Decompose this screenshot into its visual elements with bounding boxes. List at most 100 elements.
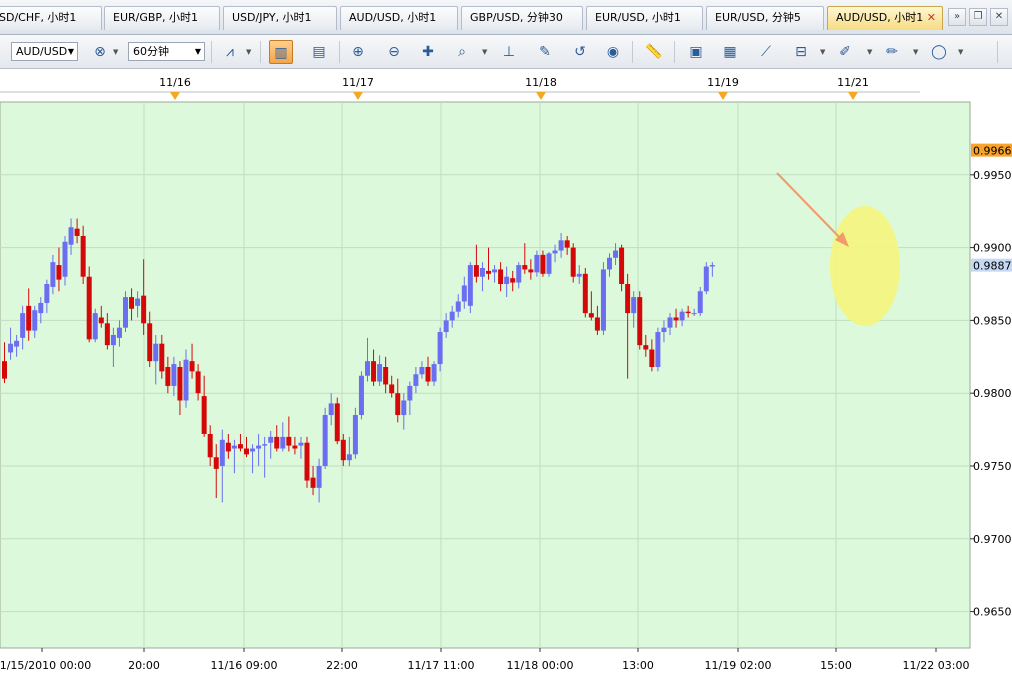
period-separator-icon[interactable]: ⊥ — [497, 40, 521, 64]
candle-body — [443, 320, 449, 333]
date-marker-label: 11/16 — [159, 76, 191, 89]
globe-icon[interactable]: ◉ — [601, 40, 625, 64]
candle-body — [68, 227, 74, 245]
tab-label: SD/CHF, 小时1 — [0, 11, 77, 24]
candle-body — [98, 317, 104, 324]
tab-1[interactable]: SD/CHF, 小时1 — [0, 6, 102, 30]
candle-body — [322, 415, 328, 466]
date-marker-label: 11/21 — [837, 76, 869, 89]
candle-body — [213, 457, 219, 469]
tab-3[interactable]: USD/JPY, 小时1 — [223, 6, 337, 30]
x-tick-label: 11/19 02:00 — [705, 659, 772, 672]
date-marker-label: 11/18 — [525, 76, 557, 89]
candle-body — [613, 250, 619, 258]
candle-body — [691, 313, 697, 315]
y-tick-label: 0.9750 — [973, 460, 1012, 473]
candle-body — [231, 445, 237, 449]
candle-body — [473, 265, 479, 277]
symbol-value: AUD/USD — [16, 45, 68, 58]
tab-7[interactable]: EUR/USD, 分钟5 — [706, 6, 824, 30]
candle-body — [661, 327, 667, 333]
price-chart[interactable]: 0.9650 0.9700 0.9750 0.9800 0.9850 0.9900 0.99… — [0, 70, 1012, 679]
chevron-down-icon[interactable]: ▼ — [867, 40, 875, 64]
candle-body — [44, 284, 50, 303]
chevron-down-icon[interactable]: » — [948, 8, 966, 26]
close-tab-icon[interactable]: ✕ — [927, 7, 936, 29]
x-tick-label: 20:00 — [128, 659, 160, 672]
chevron-down-icon[interactable]: ▼ — [958, 40, 966, 64]
toolbar-separator — [997, 41, 998, 63]
candle-body — [492, 269, 498, 273]
screenshot-icon[interactable]: ▣ — [684, 40, 708, 64]
chevron-down-icon: ▼ — [194, 47, 201, 56]
candle-body — [673, 317, 679, 321]
chart-area[interactable]: 0.9650 0.9700 0.9750 0.9800 0.9850 0.9900 0.99… — [0, 70, 1012, 679]
properties-icon[interactable]: ✎ — [533, 40, 557, 64]
tab-4[interactable]: AUD/USD, 小时1 — [340, 6, 458, 30]
ruler-icon[interactable]: 📏 — [642, 40, 666, 64]
symbol-select[interactable]: AUD/USD ▼ — [11, 42, 78, 61]
tab-label: EUR/USD, 分钟5 — [715, 11, 801, 24]
chevron-down-icon[interactable]: ▼ — [246, 40, 254, 64]
candle-body — [546, 253, 552, 274]
zoom-in-icon[interactable]: ⊕ — [346, 40, 370, 64]
candle-body — [256, 445, 262, 449]
pencil-icon[interactable]: ✐ — [833, 40, 857, 64]
candle-body — [552, 250, 558, 254]
trendline-icon[interactable]: ⊟ — [789, 40, 813, 64]
chevron-down-icon[interactable]: ▼ — [820, 40, 828, 64]
ellipse-icon[interactable]: ◯ — [927, 40, 951, 64]
chevron-down-icon[interactable]: ▼ — [113, 40, 121, 64]
rotate-icon[interactable]: ↺ — [568, 40, 592, 64]
chevron-down-icon[interactable]: ▼ — [913, 40, 921, 64]
candle-body — [237, 444, 243, 449]
candle-body — [153, 343, 159, 362]
line-tool-icon[interactable]: ⟋ — [754, 40, 778, 64]
tab-5[interactable]: GBP/USD, 分钟30 — [461, 6, 583, 30]
candle-body — [649, 349, 655, 367]
tab-2[interactable]: EUR/GBP, 小时1 — [104, 6, 220, 30]
template-icon[interactable]: ▦ — [718, 40, 742, 64]
zoom-select-icon[interactable]: ⌕ — [450, 40, 474, 64]
candle-body — [92, 313, 98, 340]
x-tick-label: 11/16 09:00 — [211, 659, 278, 672]
restore-window-icon[interactable]: ❐ — [969, 8, 987, 26]
tab-6[interactable]: EUR/USD, 小时1 — [586, 6, 703, 30]
candle-body — [104, 323, 110, 346]
candle-body — [522, 265, 528, 270]
tab-label: AUD/USD, 小时1 — [349, 11, 437, 24]
zoom-out-icon[interactable]: ⊖ — [382, 40, 406, 64]
bar-chart-icon[interactable]: ▤ — [307, 40, 331, 64]
candle-body — [576, 273, 582, 277]
candle-body — [110, 334, 116, 346]
crosshair-icon[interactable]: ✚ — [416, 40, 440, 64]
candle-body — [26, 305, 32, 331]
candle-body — [165, 366, 171, 386]
y-tick-label: 0.9850 — [973, 314, 1012, 327]
plot-background — [0, 101, 971, 649]
candle-body — [425, 366, 431, 382]
toolbar-separator — [211, 41, 212, 63]
tab-label: USD/JPY, 小时1 — [232, 11, 312, 24]
close-window-icon[interactable]: ✕ — [990, 8, 1008, 26]
timeframe-value: 60分钟 — [133, 45, 169, 58]
current-price-label: 0.99666 — [973, 145, 1012, 158]
candle-body — [449, 311, 455, 321]
timeframe-select[interactable]: 60分钟 ▼ — [128, 42, 205, 61]
candle-body — [32, 310, 38, 331]
candle-body — [346, 454, 352, 461]
tab-8[interactable]: AUD/USD, 小时1 ✕ — [827, 6, 943, 30]
chevron-down-icon[interactable]: ▼ — [482, 40, 490, 64]
candle-body — [455, 301, 461, 312]
candle-body — [274, 436, 280, 449]
tab-label: EUR/USD, 小时1 — [595, 11, 681, 24]
candle-body — [219, 439, 225, 466]
candle-body — [352, 415, 358, 455]
tab-label: GBP/USD, 分钟30 — [470, 11, 563, 24]
pen-icon[interactable]: ✏ — [880, 40, 904, 64]
x-tick-label: 11/22 03:00 — [903, 659, 970, 672]
indicator-delete-icon[interactable]: ⊗ — [88, 40, 112, 64]
toolbar-separator — [674, 41, 675, 63]
chart-type-icon[interactable]: ⩘ — [218, 40, 242, 64]
candlestick-icon[interactable]: ▥ — [269, 40, 293, 64]
